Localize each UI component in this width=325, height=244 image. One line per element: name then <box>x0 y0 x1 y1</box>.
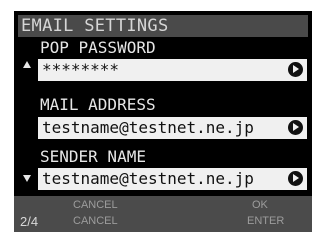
sender-name-label: SENDER NAME <box>40 147 146 166</box>
page-title: EMAIL SETTINGS <box>18 15 308 37</box>
circle-arrow-right-icon[interactable] <box>288 171 303 186</box>
mail-address-label: MAIL ADDRESS <box>40 95 156 114</box>
camera-menu-screen: EMAIL SETTINGS POP PASSWORD ******** MAI… <box>14 11 312 232</box>
scroll-up-icon[interactable] <box>23 61 31 68</box>
sender-name-field[interactable]: testname@testnet.ne.jp <box>38 168 307 190</box>
footer-bar: 2/4 CANCEL CANCEL OK ENTER <box>14 196 312 232</box>
pop-password-label: POP PASSWORD <box>40 38 156 57</box>
enter-hint[interactable]: ENTER <box>247 215 284 228</box>
cancel-hint[interactable]: CANCEL <box>73 215 118 228</box>
cancel-button[interactable]: CANCEL <box>73 199 118 212</box>
sender-name-value: testname@testnet.ne.jp <box>42 169 254 188</box>
circle-arrow-right-icon[interactable] <box>288 62 303 77</box>
mail-address-field[interactable]: testname@testnet.ne.jp <box>38 117 307 139</box>
page-indicator: 2/4 <box>20 214 39 229</box>
ok-button[interactable]: OK <box>252 199 268 212</box>
pop-password-value: ******** <box>42 60 120 79</box>
scroll-down-icon[interactable] <box>23 175 31 182</box>
pop-password-field[interactable]: ******** <box>38 59 307 81</box>
circle-arrow-right-icon[interactable] <box>288 120 303 135</box>
mail-address-value: testname@testnet.ne.jp <box>42 118 254 137</box>
